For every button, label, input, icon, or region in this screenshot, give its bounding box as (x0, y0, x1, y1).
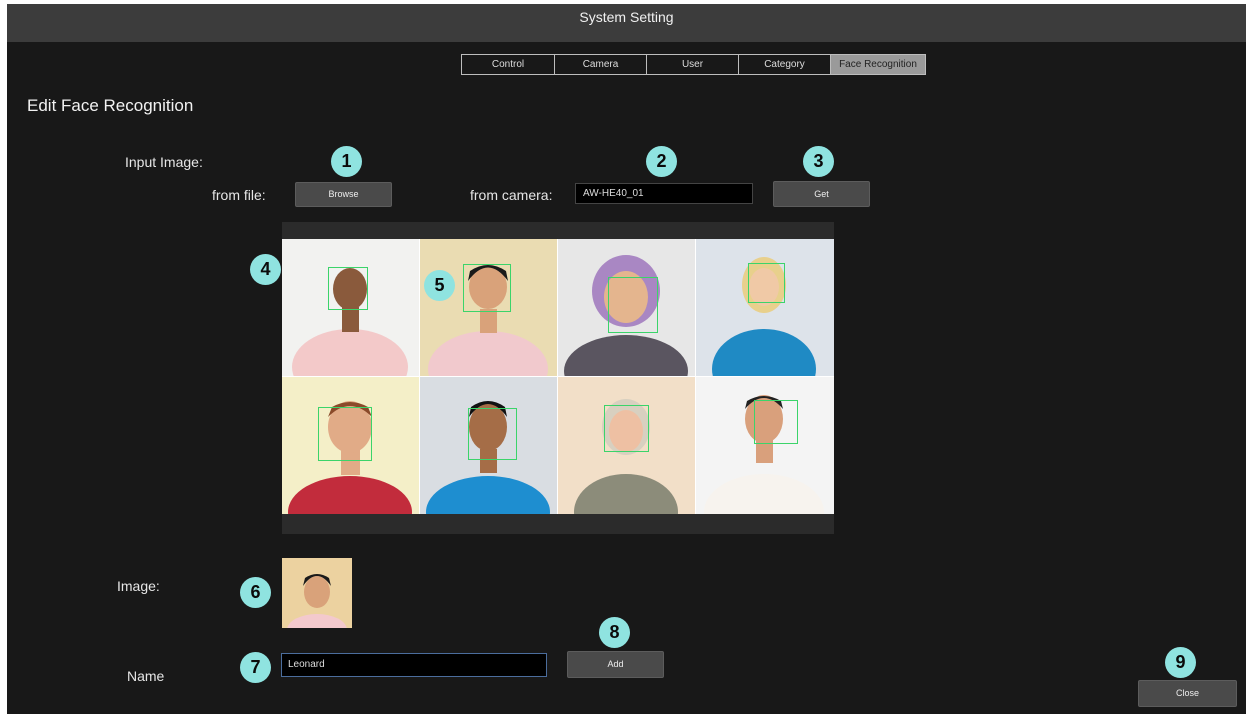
detected-face-box[interactable] (468, 408, 517, 460)
tab-control[interactable]: Control (462, 55, 555, 74)
callout-badge-8: 8 (599, 617, 630, 648)
input-image-grid (282, 239, 834, 514)
callout-badge-6: 6 (240, 577, 271, 608)
name-label: Name (127, 668, 165, 684)
tab-bar: Control Camera User Category Face Recogn… (461, 54, 926, 75)
window-title: System Setting (579, 9, 674, 25)
callout-badge-7: 7 (240, 652, 271, 683)
from-camera-label: from camera: (470, 187, 553, 203)
camera-select-field[interactable]: AW-HE40_01 (575, 183, 753, 204)
browse-button[interactable]: Browse (295, 182, 392, 207)
detected-face-box[interactable] (328, 267, 368, 310)
callout-badge-5: 5 (424, 270, 455, 301)
detected-face-box[interactable] (604, 405, 649, 452)
name-input[interactable]: Leonard (281, 653, 547, 677)
image-label: Image: (117, 578, 160, 594)
tab-user[interactable]: User (647, 55, 739, 74)
tab-face-recognition[interactable]: Face Recognition (831, 55, 925, 74)
get-button[interactable]: Get (773, 181, 870, 207)
input-image-label: Input Image: (125, 154, 203, 170)
from-file-label: from file: (212, 187, 266, 203)
detected-face-box[interactable] (608, 277, 658, 333)
detected-face-box[interactable] (463, 264, 511, 312)
callout-badge-1: 1 (331, 146, 362, 177)
add-button[interactable]: Add (567, 651, 664, 678)
detected-face-box[interactable] (754, 400, 798, 444)
person-photo (696, 377, 834, 514)
window-titlebar: System Setting (7, 4, 1246, 42)
section-title: Edit Face Recognition (27, 96, 194, 115)
callout-badge-3: 3 (803, 146, 834, 177)
callout-badge-9: 9 (1165, 647, 1196, 678)
person-photo (696, 239, 834, 376)
detected-face-box[interactable] (318, 407, 372, 461)
tab-category[interactable]: Category (739, 55, 831, 74)
callout-badge-4: 4 (250, 254, 281, 285)
tab-camera[interactable]: Camera (555, 55, 647, 74)
system-setting-window: System Setting Control Camera User Categ… (7, 4, 1246, 714)
detected-face-box[interactable] (748, 263, 785, 303)
selected-face-thumbnail (282, 558, 352, 628)
input-image-panel (282, 222, 834, 534)
callout-badge-2: 2 (646, 146, 677, 177)
close-button[interactable]: Close (1138, 680, 1237, 707)
